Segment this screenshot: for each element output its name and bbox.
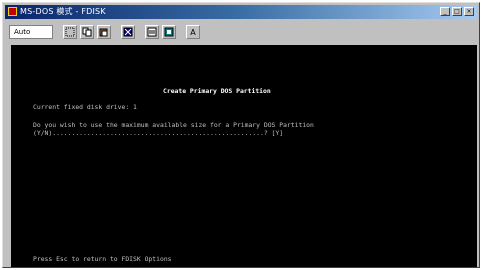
question-line-2: (Y/N)...................................… <box>33 129 284 137</box>
footer-hint: Press Esc to return to FDISK Options <box>33 255 172 263</box>
fullscreen-icon[interactable] <box>121 25 135 39</box>
msdos-window: MS-DOS 模式 - FDISK _ □ × Auto A Create Pr… <box>2 2 480 268</box>
current-drive-line: Current fixed disk drive: 1 <box>33 103 137 111</box>
close-button[interactable]: × <box>464 7 474 16</box>
minimize-button[interactable]: _ <box>440 7 450 16</box>
copy-icon[interactable] <box>80 25 94 39</box>
window-title: MS-DOS 模式 - FDISK <box>20 7 106 16</box>
maximize-button[interactable]: □ <box>452 7 462 16</box>
partition-heading: Create Primary DOS Partition <box>163 87 271 95</box>
properties-icon[interactable] <box>145 25 159 39</box>
toolbar: Auto A <box>5 21 477 43</box>
font-icon[interactable]: A <box>186 25 200 39</box>
dos-console[interactable]: Create Primary DOS Partition Current fix… <box>11 45 477 267</box>
question-line-1: Do you wish to use the maximum available… <box>33 121 314 129</box>
paste-icon[interactable] <box>97 25 111 39</box>
font-size-select[interactable]: Auto <box>9 25 53 39</box>
background-icon[interactable] <box>162 25 176 39</box>
title-bar[interactable]: MS-DOS 模式 - FDISK _ □ × <box>5 5 477 19</box>
mark-icon[interactable] <box>63 25 77 39</box>
msdos-icon[interactable] <box>8 7 17 16</box>
